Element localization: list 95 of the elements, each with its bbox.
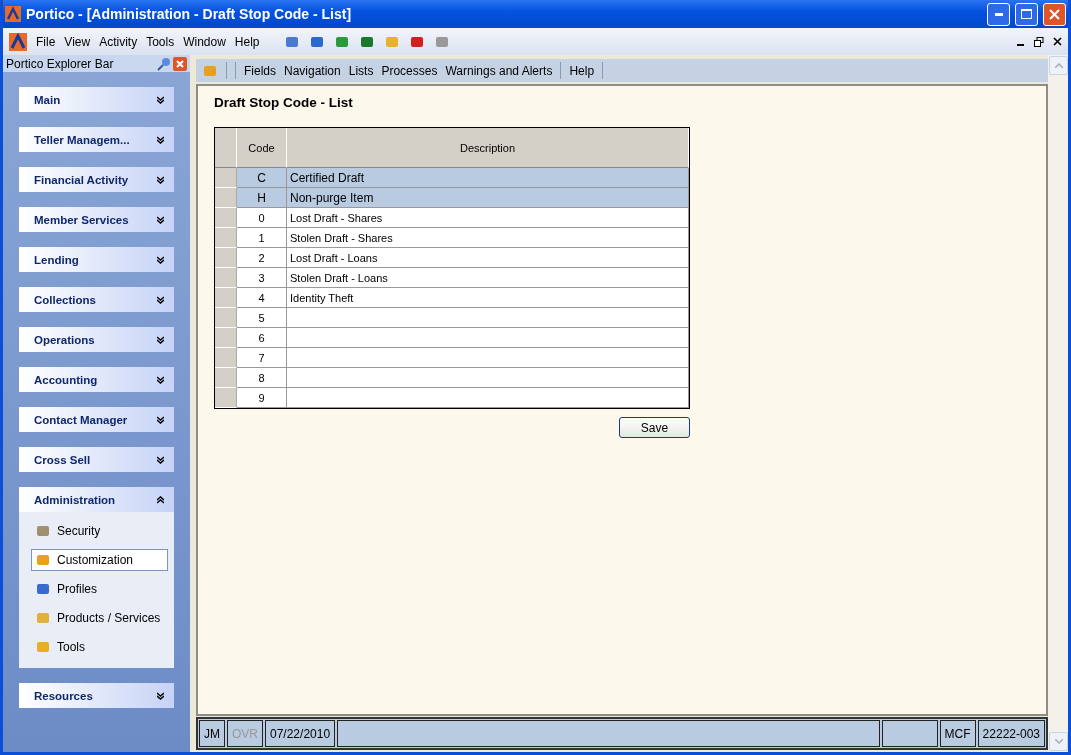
section-label: Operations	[34, 333, 95, 346]
column-header[interactable]: Description	[287, 128, 689, 168]
table-cell: H	[237, 188, 287, 208]
toolbar-menu-item[interactable]: Fields	[244, 63, 276, 78]
collapse-icon[interactable]	[157, 495, 164, 504]
close-icon	[1049, 8, 1060, 20]
table-cell: Stolen Draft - Shares	[287, 228, 689, 248]
save-button[interactable]: Save	[619, 417, 690, 438]
section-header[interactable]: Main	[19, 87, 174, 112]
table-cell: 4	[237, 288, 287, 308]
table-cell: Lost Draft - Shares	[287, 208, 689, 228]
minimize-icon	[994, 12, 1003, 16]
toolbar-menu-item[interactable]: Processes	[381, 63, 438, 78]
table-cell: Certified Draft	[287, 168, 689, 188]
section-label: Administration	[34, 493, 116, 506]
expand-icon[interactable]	[157, 95, 164, 104]
table-cell: 5	[237, 308, 287, 328]
expand-icon[interactable]	[157, 175, 164, 184]
menu-item[interactable]: Help	[234, 34, 260, 49]
maximize-button[interactable]	[1015, 2, 1038, 26]
section-label: Teller Managem...	[34, 133, 130, 146]
expand-icon[interactable]	[157, 295, 164, 304]
close-button[interactable]	[1043, 2, 1066, 26]
nav-item[interactable]: Security	[31, 520, 168, 542]
expand-icon[interactable]	[157, 335, 164, 344]
nav-item[interactable]: Products / Services	[31, 607, 168, 629]
section-header[interactable]: Collections	[19, 287, 174, 312]
expand-icon[interactable]	[157, 415, 164, 424]
section-header[interactable]: Financial Activity	[19, 167, 174, 192]
status-panel: JM	[199, 720, 225, 747]
expand-icon[interactable]	[157, 135, 164, 144]
status-panel: 07/22/2010	[265, 720, 336, 747]
table-cell: 2	[237, 248, 287, 268]
table-cell: Stolen Draft - Loans	[287, 268, 689, 288]
pin-icon[interactable]	[157, 56, 171, 71]
table-cell: 8	[237, 368, 287, 388]
menu-item[interactable]: Tools	[146, 34, 175, 49]
menu-item[interactable]: Window	[183, 34, 226, 49]
section-header[interactable]: Accounting	[19, 367, 174, 392]
section-label: Main	[34, 93, 61, 106]
table-cell: 3	[237, 268, 287, 288]
minimize-button[interactable]	[987, 2, 1010, 26]
table-cell: Non-purge Item	[287, 188, 689, 208]
section-header[interactable]: Cross Sell	[19, 447, 174, 472]
table-cell: 9	[237, 388, 287, 408]
table-cell: C	[237, 168, 287, 188]
section-header[interactable]: Teller Managem...	[19, 127, 174, 152]
nav-item[interactable]: Customization	[31, 549, 168, 571]
app-logo-icon	[5, 6, 21, 22]
nav-item[interactable]: Profiles	[31, 578, 168, 600]
corner-header[interactable]	[215, 128, 237, 168]
toolbar-menu-item[interactable]: Lists	[348, 63, 374, 78]
section-header[interactable]: Administration	[19, 487, 174, 512]
expand-icon[interactable]	[157, 255, 164, 264]
table-cell: 1	[237, 228, 287, 248]
menu-item[interactable]: File	[36, 34, 56, 49]
expand-icon[interactable]	[157, 691, 164, 700]
table-cell: 6	[237, 328, 287, 348]
expand-icon[interactable]	[157, 215, 164, 224]
section-header[interactable]: Contact Manager	[19, 407, 174, 432]
restore-icon[interactable]	[1034, 36, 1044, 47]
nav-item[interactable]: Tools	[31, 636, 168, 658]
expand-icon[interactable]	[157, 375, 164, 384]
section-label: Member Services	[34, 213, 129, 226]
table-cell: Identity Theft	[287, 288, 689, 308]
maximize-icon	[1021, 9, 1032, 19]
section-header[interactable]: Lending	[19, 247, 174, 272]
menu-item[interactable]: View	[64, 34, 91, 49]
section-label: Collections	[34, 293, 96, 306]
page-title: Draft Stop Code - List	[214, 95, 354, 110]
status-panel: 22222-003	[977, 720, 1045, 747]
table-cell: 7	[237, 348, 287, 368]
section-label: Lending	[34, 253, 79, 266]
section-label: Contact Manager	[34, 413, 128, 426]
status-panel: OVR	[227, 720, 263, 747]
app-logo-icon	[9, 32, 27, 51]
status-panel: MCF	[939, 720, 976, 747]
explorer-title: Portico Explorer Bar	[6, 56, 115, 71]
column-header[interactable]: Code	[237, 128, 287, 168]
section-header[interactable]: Member Services	[19, 207, 174, 232]
close-icon[interactable]	[1053, 37, 1062, 46]
menu-item[interactable]: Activity	[99, 34, 138, 49]
table-cell: Lost Draft - Loans	[287, 248, 689, 268]
table-cell: 0	[237, 208, 287, 228]
section-label: Accounting	[34, 373, 98, 386]
section-header[interactable]: Resources	[19, 683, 174, 708]
window-title: Portico - [Administration - Draft Stop Code - List]	[26, 6, 353, 22]
toolbar-menu-item[interactable]: Warnings and Alerts	[445, 63, 553, 78]
section-label: Cross Sell	[34, 453, 91, 466]
toolbar-menu-item[interactable]: Help	[569, 63, 595, 78]
section-label: Financial Activity	[34, 173, 129, 186]
section-header[interactable]: Operations	[19, 327, 174, 352]
toolbar-menu-item[interactable]: Navigation	[284, 63, 341, 78]
section-label: Resources	[34, 689, 93, 702]
expand-icon[interactable]	[157, 455, 164, 464]
